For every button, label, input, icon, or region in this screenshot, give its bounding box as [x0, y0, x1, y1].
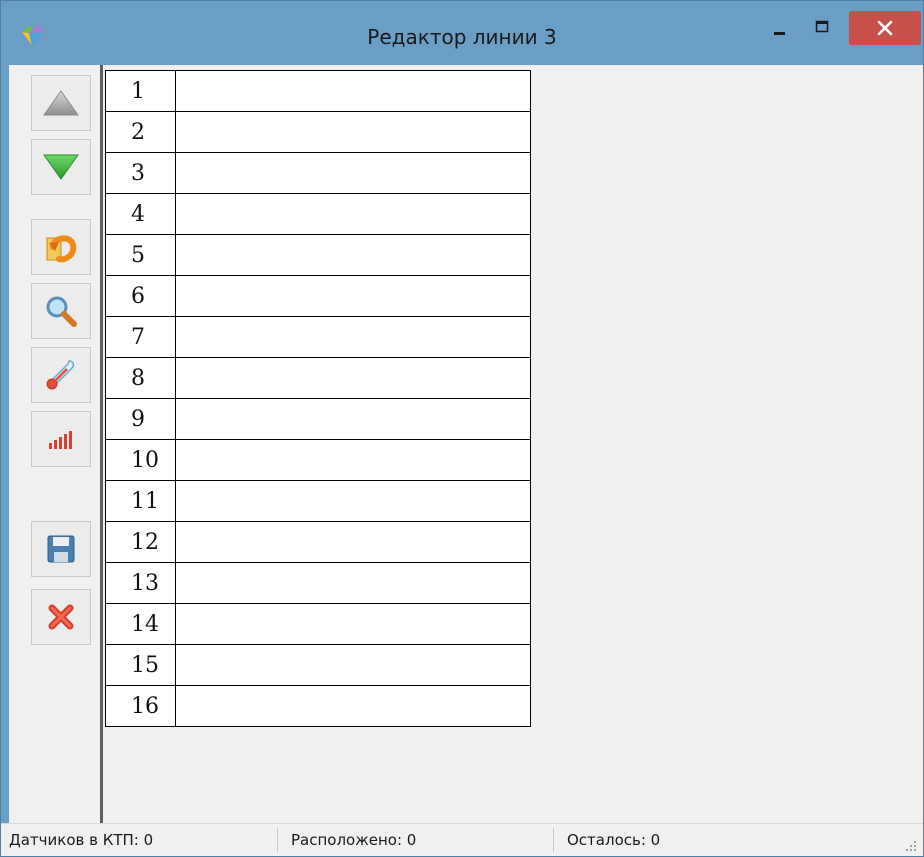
move-down-button[interactable]: [31, 139, 91, 195]
grid-row[interactable]: 6: [105, 275, 531, 317]
row-number: 3: [105, 152, 176, 194]
arrow-up-icon: [43, 90, 79, 116]
grid-row[interactable]: 4: [105, 193, 531, 235]
row-number: 15: [105, 644, 176, 686]
save-icon: [47, 535, 75, 563]
grid-row[interactable]: 8: [105, 357, 531, 399]
sensor-cell[interactable]: [175, 398, 531, 440]
status-bar: Датчиков в КТП: 0 Расположено: 0 Осталос…: [1, 823, 923, 856]
close-icon: [877, 20, 893, 36]
sensor-cell[interactable]: [175, 644, 531, 686]
signal-bars-icon: [49, 431, 72, 449]
thermometer-icon: [46, 360, 75, 390]
row-number: 6: [105, 275, 176, 317]
row-number: 1: [105, 70, 176, 112]
sensor-cell[interactable]: [175, 70, 531, 112]
sensor-cell[interactable]: [175, 111, 531, 153]
grid-row[interactable]: 9: [105, 398, 531, 440]
row-number: 11: [105, 480, 176, 522]
status-remaining: Осталось: 0: [567, 831, 661, 849]
row-number: 14: [105, 603, 176, 645]
row-number: 2: [105, 111, 176, 153]
grid-row[interactable]: 10: [105, 439, 531, 481]
move-up-button[interactable]: [31, 75, 91, 131]
sensor-cell[interactable]: [175, 521, 531, 563]
sensor-cell[interactable]: [175, 603, 531, 645]
refresh-button[interactable]: [31, 219, 91, 275]
grid-row[interactable]: 1: [105, 70, 531, 112]
save-button[interactable]: [31, 521, 91, 577]
search-icon: [46, 296, 77, 327]
sensor-cell[interactable]: [175, 316, 531, 358]
editor-window: Редактор линии 3 1 2 3 4 5 6 7 8 9 10 11…: [0, 0, 924, 857]
grid-row[interactable]: 15: [105, 644, 531, 686]
minimize-icon: [774, 32, 785, 35]
sensor-cell[interactable]: [175, 357, 531, 399]
refresh-icon: [46, 235, 77, 263]
sensor-cell[interactable]: [175, 193, 531, 235]
status-placed: Расположено: 0: [291, 831, 417, 849]
grid-row[interactable]: 13: [105, 562, 531, 604]
maximize-icon: [815, 20, 829, 33]
client-area: 1 2 3 4 5 6 7 8 9 10 11 12 13 14 15 16: [9, 65, 923, 823]
maximize-button[interactable]: [805, 11, 839, 45]
sensor-cell[interactable]: [175, 480, 531, 522]
title-bar[interactable]: Редактор линии 3: [1, 1, 923, 65]
minimize-button[interactable]: [763, 11, 797, 45]
sensor-cell[interactable]: [175, 234, 531, 276]
row-number: 10: [105, 439, 176, 481]
sensor-cell[interactable]: [175, 275, 531, 317]
sensor-cell[interactable]: [175, 685, 531, 727]
delete-icon: [48, 604, 74, 630]
side-toolbar: [9, 65, 103, 823]
row-number: 4: [105, 193, 176, 235]
sensor-cell[interactable]: [175, 439, 531, 481]
line-grid: 1 2 3 4 5 6 7 8 9 10 11 12 13 14 15 16: [105, 70, 531, 727]
status-sensors: Датчиков в КТП: 0: [9, 831, 154, 849]
row-number: 7: [105, 316, 176, 358]
close-button[interactable]: [849, 11, 921, 45]
thermometer-button[interactable]: [31, 347, 91, 403]
delete-button[interactable]: [31, 589, 91, 645]
grid-row[interactable]: 14: [105, 603, 531, 645]
row-number: 13: [105, 562, 176, 604]
search-button[interactable]: [31, 283, 91, 339]
resize-grip-icon[interactable]: [905, 840, 917, 852]
row-number: 16: [105, 685, 176, 727]
grid-row[interactable]: 3: [105, 152, 531, 194]
row-number: 8: [105, 357, 176, 399]
grid-row[interactable]: 5: [105, 234, 531, 276]
row-number: 5: [105, 234, 176, 276]
arrow-down-icon: [43, 154, 79, 180]
grid-row[interactable]: 7: [105, 316, 531, 358]
signal-button[interactable]: [31, 411, 91, 467]
row-number: 9: [105, 398, 176, 440]
grid-row[interactable]: 16: [105, 685, 531, 727]
status-separator: [277, 828, 278, 852]
row-number: 12: [105, 521, 176, 563]
status-separator: [553, 828, 554, 852]
grid-row[interactable]: 11: [105, 480, 531, 522]
sensor-cell[interactable]: [175, 152, 531, 194]
grid-row[interactable]: 2: [105, 111, 531, 153]
grid-row[interactable]: 12: [105, 521, 531, 563]
sensor-cell[interactable]: [175, 562, 531, 604]
